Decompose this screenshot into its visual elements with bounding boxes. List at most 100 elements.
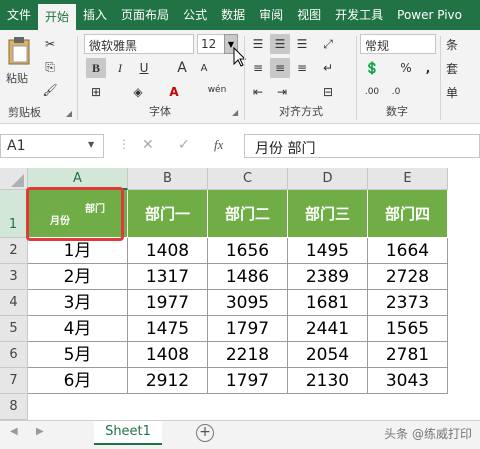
table-cell[interactable]: 1797 xyxy=(208,316,288,342)
row-header[interactable]: 3 xyxy=(0,264,28,290)
header-cell[interactable]: 部门三 xyxy=(288,190,368,238)
font-color-icon[interactable]: A xyxy=(164,82,184,102)
select-all-corner[interactable] xyxy=(0,168,28,190)
paste-label[interactable]: 粘贴 xyxy=(6,70,28,86)
grow-font-button[interactable]: A xyxy=(172,58,192,78)
align-bottom-icon[interactable]: ☰ xyxy=(292,34,312,54)
formula-input[interactable]: 月份 部门 xyxy=(244,134,480,158)
border-icon[interactable]: ⊞ xyxy=(86,82,106,102)
decrease-indent-icon[interactable]: ⇤ xyxy=(248,82,268,102)
table-cell[interactable]: 2054 xyxy=(288,342,368,368)
table-cell[interactable]: 3043 xyxy=(368,368,448,394)
align-right-icon[interactable]: ≡ xyxy=(292,58,312,78)
format-table-button[interactable]: 套 xyxy=(446,60,458,77)
table-cell[interactable]: 1408 xyxy=(128,238,208,264)
name-box-dropdown-icon[interactable]: ▼ xyxy=(88,140,94,149)
insert-function-icon[interactable]: fx xyxy=(214,137,223,153)
increase-indent-icon[interactable]: ⇥ xyxy=(272,82,292,102)
copy-icon[interactable]: ⎘ xyxy=(40,57,60,77)
table-cell[interactable]: 2728 xyxy=(368,264,448,290)
table-cell[interactable]: 1664 xyxy=(368,238,448,264)
enter-icon[interactable]: ✓ xyxy=(178,137,190,153)
ribbon-tab[interactable]: 审阅 xyxy=(252,0,290,30)
cell-styles-button[interactable]: 单 xyxy=(446,84,458,101)
font-name-box[interactable]: 微软雅黑 xyxy=(84,34,194,54)
row-header[interactable]: 4 xyxy=(0,290,28,316)
conditional-format-button[interactable]: 条 xyxy=(446,36,458,53)
table-cell[interactable]: 1486 xyxy=(208,264,288,290)
table-cell[interactable]: 3095 xyxy=(208,290,288,316)
column-header[interactable]: B xyxy=(128,168,208,190)
decrease-decimal-icon[interactable]: .0 xyxy=(386,82,406,102)
table-cell[interactable]: 1681 xyxy=(288,290,368,316)
orientation-icon[interactable]: ⤢ xyxy=(318,34,338,54)
column-header[interactable]: D xyxy=(288,168,368,190)
ribbon-tab[interactable]: 视图 xyxy=(290,0,328,30)
row-header[interactable]: 6 xyxy=(0,342,28,368)
table-cell[interactable]: 2218 xyxy=(208,342,288,368)
table-cell[interactable]: 1月 xyxy=(28,238,128,264)
row-header[interactable]: 2 xyxy=(0,238,28,264)
merge-center-icon[interactable]: ⊟ xyxy=(318,82,338,102)
table-cell[interactable]: 2389 xyxy=(288,264,368,290)
table-cell[interactable]: 5月 xyxy=(28,342,128,368)
table-cell[interactable]: 4月 xyxy=(28,316,128,342)
row-header[interactable]: 8 xyxy=(0,394,28,420)
scroll-tab-left-icon[interactable]: ◀ xyxy=(10,426,18,437)
phonetic-button[interactable]: wén xyxy=(204,80,230,100)
wrap-text-icon[interactable]: ↵ xyxy=(318,58,338,78)
ribbon-tab[interactable]: Power Pivo xyxy=(390,0,469,30)
format-painter-icon[interactable]: 🖌 xyxy=(40,80,60,100)
ribbon-tab[interactable]: 开发工具 xyxy=(328,0,390,30)
table-cell[interactable]: 1495 xyxy=(288,238,368,264)
header-cell[interactable]: 部门四 xyxy=(368,190,448,238)
underline-button[interactable]: U xyxy=(134,58,154,78)
table-cell[interactable]: 6月 xyxy=(28,368,128,394)
ribbon-tab[interactable]: 插入 xyxy=(76,0,114,30)
row-header[interactable]: 1 xyxy=(0,190,28,238)
table-cell[interactable]: 2130 xyxy=(288,368,368,394)
scroll-tab-right-icon[interactable]: ▶ xyxy=(36,426,44,437)
table-cell[interactable]: 2月 xyxy=(28,264,128,290)
bold-button[interactable]: B xyxy=(86,58,106,78)
row-header[interactable]: 5 xyxy=(0,316,28,342)
align-top-icon[interactable]: ☰ xyxy=(248,34,268,54)
paste-icon[interactable] xyxy=(6,36,32,66)
header-cell[interactable]: 部门二 xyxy=(208,190,288,238)
italic-button[interactable]: I xyxy=(110,58,130,78)
ribbon-tab[interactable]: 页面布局 xyxy=(114,0,176,30)
table-cell[interactable]: 1317 xyxy=(128,264,208,290)
ribbon-tab[interactable]: 数据 xyxy=(214,0,252,30)
table-cell[interactable]: 1475 xyxy=(128,316,208,342)
table-cell[interactable]: 1565 xyxy=(368,316,448,342)
column-header[interactable]: E xyxy=(368,168,448,190)
align-center-icon[interactable]: ≡ xyxy=(270,58,290,78)
font-launcher-icon[interactable]: ◢ xyxy=(232,108,238,117)
ribbon-tab[interactable]: 公式 xyxy=(176,0,214,30)
cancel-icon[interactable]: ✕ xyxy=(142,137,154,153)
increase-decimal-icon[interactable]: .00 xyxy=(362,82,382,102)
percent-button[interactable]: % xyxy=(396,58,416,78)
table-cell[interactable]: 2441 xyxy=(288,316,368,342)
number-format-box[interactable]: 常规 xyxy=(360,34,436,54)
comma-button[interactable]: , xyxy=(418,58,438,78)
fill-color-icon[interactable]: ◈ xyxy=(128,82,148,102)
ribbon-tab[interactable]: 文件 xyxy=(0,0,38,30)
currency-icon[interactable]: 💲 xyxy=(362,58,382,78)
table-cell[interactable]: 1977 xyxy=(128,290,208,316)
table-cell[interactable]: 3月 xyxy=(28,290,128,316)
table-cell[interactable]: 2912 xyxy=(128,368,208,394)
ribbon-tab[interactable]: 开始 xyxy=(38,4,77,30)
column-header[interactable]: C xyxy=(208,168,288,190)
table-cell[interactable]: 1408 xyxy=(128,342,208,368)
header-cell[interactable]: 部门一 xyxy=(128,190,208,238)
table-cell[interactable]: 1656 xyxy=(208,238,288,264)
clipboard-launcher-icon[interactable]: ◢ xyxy=(66,109,72,118)
align-left-icon[interactable]: ≡ xyxy=(248,58,268,78)
cut-icon[interactable]: ✂ xyxy=(40,34,60,54)
add-sheet-button[interactable]: + xyxy=(196,424,214,442)
shrink-font-button[interactable]: A xyxy=(194,58,214,78)
sheet-tab-sheet1[interactable]: Sheet1 xyxy=(94,421,162,445)
table-cell[interactable]: 2781 xyxy=(368,342,448,368)
align-middle-icon[interactable]: ☰ xyxy=(270,34,290,54)
